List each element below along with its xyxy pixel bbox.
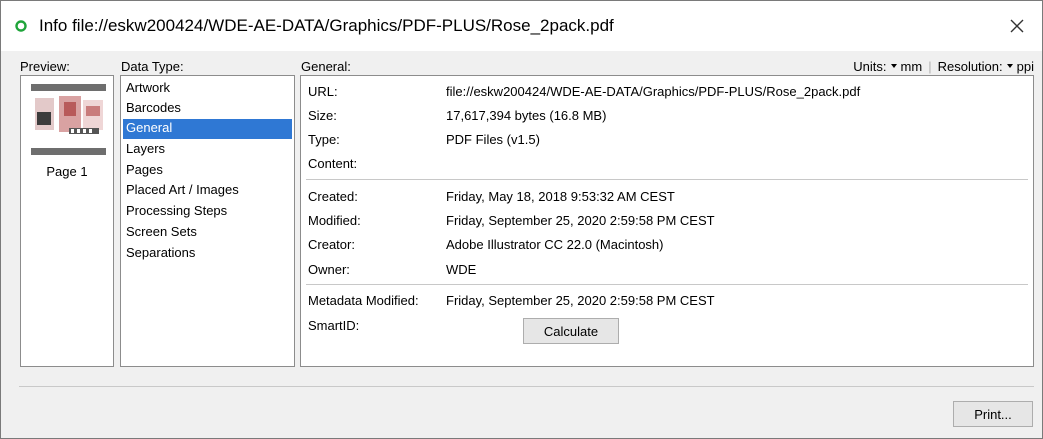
smartid-label: SmartID: [308,318,360,333]
data-type-item-barcodes[interactable]: Barcodes [123,99,292,119]
calculate-button[interactable]: Calculate [523,318,619,344]
resolution-value[interactable]: ppi [1017,59,1034,74]
footer-divider [19,386,1034,387]
size-value: 17,617,394 bytes (16.8 MB) [446,108,607,123]
page-label: Page 1 [46,164,88,179]
type-value: PDF Files (v1.5) [446,132,540,147]
content-label: Content: [308,156,358,171]
data-type-item-artwork[interactable]: Artwork [123,79,292,99]
units-dropdown-icon[interactable] [890,63,897,68]
owner-value: WDE [446,262,477,277]
url-label: URL: [308,84,338,99]
info-dialog: Info file://eskw200424/WDE-AE-DATA/Graph… [0,0,1043,439]
data-type-item-general[interactable]: General [123,119,292,139]
preview-panel: Page 1 [20,75,114,367]
general-panel: URL: file://eskw200424/WDE-AE-DATA/Graph… [300,75,1034,367]
green-circle-icon [15,20,27,32]
data-type-item-processing-steps[interactable]: Processing Steps [123,202,292,222]
data-type-item-pages[interactable]: Pages [123,161,292,181]
data-type-item-placed-art[interactable]: Placed Art / Images [123,181,292,201]
general-label: General: [301,59,351,74]
metadata-modified-label: Metadata Modified: [308,293,419,308]
print-button[interactable]: Print... [953,401,1033,427]
window-title: Info file://eskw200424/WDE-AE-DATA/Graph… [39,16,614,35]
creator-value: Adobe Illustrator CC 22.0 (Macintosh) [446,237,664,252]
url-value: file://eskw200424/WDE-AE-DATA/Graphics/P… [446,84,861,99]
modified-value: Friday, September 25, 2020 2:59:58 PM CE… [446,213,715,228]
metadata-modified-value: Friday, September 25, 2020 2:59:58 PM CE… [446,293,715,308]
resolution-label: Resolution: [937,59,1003,74]
data-type-list: Artwork Barcodes General Layers Pages Pl… [120,75,295,367]
close-icon [1010,19,1024,33]
units-value[interactable]: mm [901,59,923,74]
close-button[interactable] [1000,9,1034,43]
units-separator: | [928,59,932,74]
data-type-item-layers[interactable]: Layers [123,140,292,160]
units-label: Units: [853,59,887,74]
preview-label: Preview: [20,59,70,74]
units-resolution-bar: Units: mm | Resolution: ppi [853,59,1034,74]
divider [306,179,1028,180]
modified-label: Modified: [308,213,361,228]
creator-label: Creator: [308,237,355,252]
created-label: Created: [308,189,358,204]
type-label: Type: [308,132,340,147]
data-type-item-screen-sets[interactable]: Screen Sets [123,223,292,243]
data-type-item-separations[interactable]: Separations [123,244,292,264]
page-thumbnail[interactable] [31,82,106,157]
data-type-label: Data Type: [121,59,184,74]
divider [306,284,1028,285]
title-bar: Info file://eskw200424/WDE-AE-DATA/Graph… [1,1,1042,51]
created-value: Friday, May 18, 2018 9:53:32 AM CEST [446,189,675,204]
resolution-dropdown-icon[interactable] [1006,63,1013,68]
size-label: Size: [308,108,337,123]
owner-label: Owner: [308,262,350,277]
